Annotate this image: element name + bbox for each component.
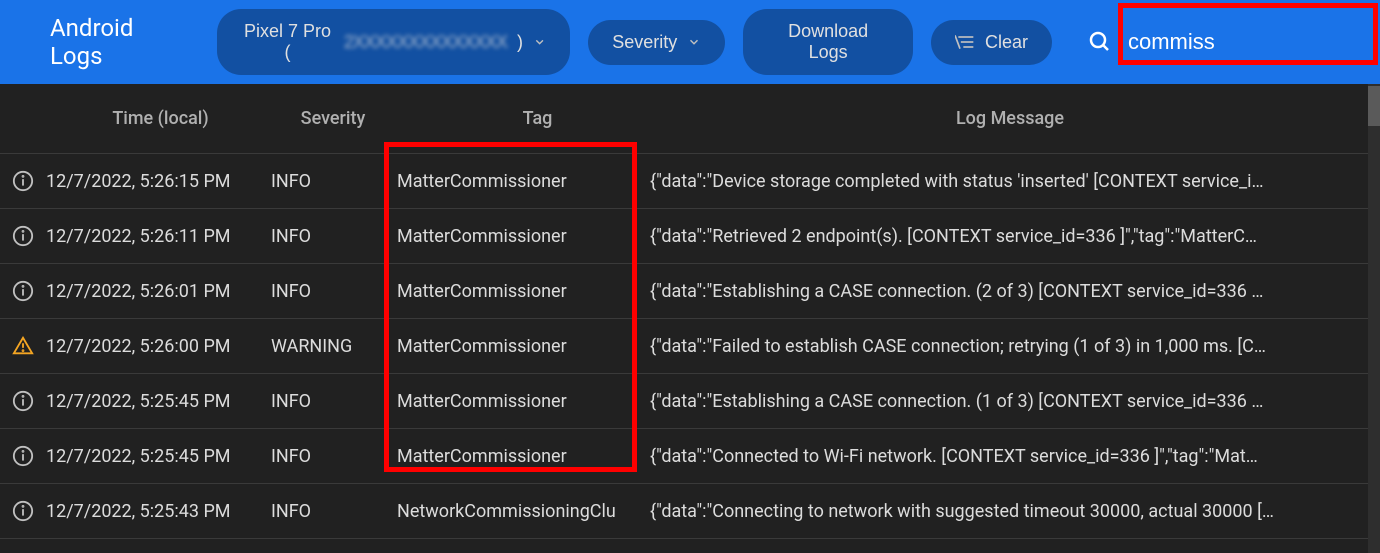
cell-severity: INFO [271, 226, 395, 247]
cell-tag: MatterCommissioner [395, 391, 640, 412]
cell-tag: MatterCommissioner [395, 446, 640, 467]
cell-message: {"data":"Device storage completed with s… [640, 171, 1380, 192]
info-icon [0, 390, 46, 412]
info-icon [0, 225, 46, 247]
severity-label: Severity [612, 32, 677, 53]
cell-tag: MatterCommissioner [395, 171, 640, 192]
cell-time: 12/7/2022, 5:25:45 PM [46, 446, 271, 467]
device-label-suffix: ) [517, 32, 523, 53]
cell-message: {"data":"Establishing a CASE connection.… [640, 391, 1380, 412]
info-icon [0, 170, 46, 192]
cell-severity: WARNING [271, 336, 395, 357]
clear-label: Clear [985, 32, 1028, 53]
table-row[interactable]: 12/7/2022, 5:26:15 PMINFOMatterCommissio… [0, 154, 1380, 209]
cell-severity: INFO [271, 446, 395, 467]
info-icon [0, 280, 46, 302]
cell-time: 12/7/2022, 5:26:01 PM [46, 281, 271, 302]
cell-tag: NetworkCommissioningClu [395, 501, 640, 522]
column-header-tag[interactable]: Tag [395, 108, 640, 129]
cell-time: 12/7/2022, 5:26:00 PM [46, 336, 271, 357]
scrollbar[interactable] [1368, 84, 1380, 553]
cell-time: 12/7/2022, 5:26:11 PM [46, 226, 271, 247]
cell-message: {"data":"Connecting to network with sugg… [640, 501, 1380, 522]
chevron-down-icon [687, 35, 701, 49]
cell-message: {"data":"Connected to Wi-Fi network. [CO… [640, 446, 1380, 467]
device-id-blurred: 2XXXXXXXXXXXXXX [344, 32, 507, 53]
table-row[interactable]: 12/7/2022, 5:26:00 PMWARNINGMatterCommis… [0, 319, 1380, 374]
column-header-time[interactable]: Time (local) [46, 108, 271, 129]
table-row[interactable]: 12/7/2022, 5:25:45 PMINFOMatterCommissio… [0, 429, 1380, 484]
cell-message: {"data":"Establishing a CASE connection.… [640, 281, 1380, 302]
cell-time: 12/7/2022, 5:26:15 PM [46, 171, 271, 192]
chevron-down-icon [533, 35, 546, 49]
download-label: Download Logs [767, 21, 889, 63]
column-header-message[interactable]: Log Message [640, 108, 1380, 129]
clear-filter-icon [955, 33, 975, 51]
cell-time: 12/7/2022, 5:25:45 PM [46, 391, 271, 412]
table-row[interactable]: 12/7/2022, 5:25:42 PMINFOMatterCommissio… [0, 539, 1380, 553]
cell-severity: INFO [271, 171, 395, 192]
table-row[interactable]: 12/7/2022, 5:25:43 PMINFONetworkCommissi… [0, 484, 1380, 539]
cell-tag: MatterCommissioner [395, 336, 640, 357]
table-row[interactable]: 12/7/2022, 5:26:11 PMINFOMatterCommissio… [0, 209, 1380, 264]
cell-tag: MatterCommissioner [395, 281, 640, 302]
cell-tag: MatterCommissioner [395, 226, 640, 247]
header-bar: Android Logs Pixel 7 Pro ( 2XXXXXXXXXXXXX… [0, 0, 1380, 84]
info-icon [0, 445, 46, 467]
search-icon [1088, 30, 1112, 54]
info-icon [0, 500, 46, 522]
table-header-row: Time (local) Severity Tag Log Message [0, 84, 1380, 154]
cell-message: {"data":"Failed to establish CASE connec… [640, 336, 1380, 357]
device-label-prefix: Pixel 7 Pro ( [241, 21, 334, 63]
log-table: Time (local) Severity Tag Log Message 12… [0, 84, 1380, 553]
cell-severity: INFO [271, 501, 395, 522]
cell-severity: INFO [271, 281, 395, 302]
page-title: Android Logs [50, 14, 189, 70]
search-input[interactable] [1120, 23, 1360, 62]
column-header-severity[interactable]: Severity [271, 108, 395, 129]
search-wrap [1088, 23, 1360, 62]
table-row[interactable]: 12/7/2022, 5:25:45 PMINFOMatterCommissio… [0, 374, 1380, 429]
download-logs-button[interactable]: Download Logs [743, 9, 913, 75]
warning-icon [0, 335, 46, 357]
cell-severity: INFO [271, 391, 395, 412]
clear-button[interactable]: Clear [931, 20, 1052, 65]
device-selector[interactable]: Pixel 7 Pro ( 2XXXXXXXXXXXXXX) [217, 9, 570, 75]
cell-message: {"data":"Retrieved 2 endpoint(s). [CONTE… [640, 226, 1380, 247]
scrollbar-thumb[interactable] [1368, 86, 1380, 126]
cell-time: 12/7/2022, 5:25:43 PM [46, 501, 271, 522]
severity-selector[interactable]: Severity [588, 20, 725, 65]
table-row[interactable]: 12/7/2022, 5:26:01 PMINFOMatterCommissio… [0, 264, 1380, 319]
